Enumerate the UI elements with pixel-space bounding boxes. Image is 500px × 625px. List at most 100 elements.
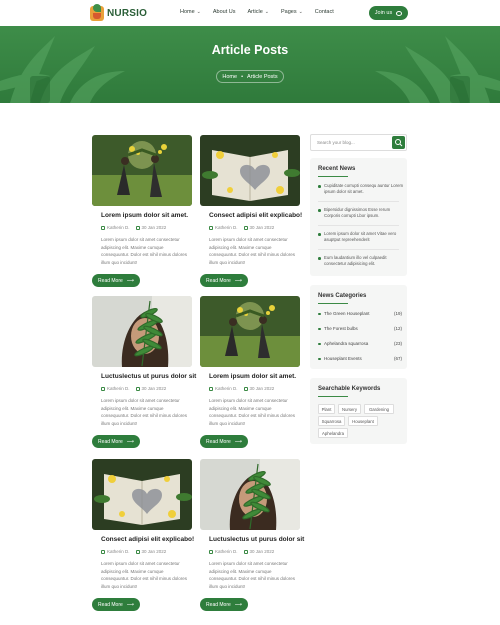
read-more-button[interactable]: Read More ⟶	[200, 598, 248, 611]
post-title[interactable]: Luctuslectus ut purus dolor sit	[101, 373, 196, 380]
nav-item-contact[interactable]: Contact	[315, 9, 334, 15]
post-date: 30 Jan 2022	[243, 225, 274, 230]
logo[interactable]: NURSIO	[90, 4, 148, 21]
read-more-label: Read More	[206, 277, 231, 284]
nav-item-home[interactable]: Home ⌄	[180, 9, 201, 15]
post-image[interactable]	[92, 135, 192, 206]
read-more-label: Read More	[206, 438, 231, 445]
post-meta: Katherin D. 30 Jan 2022	[209, 225, 274, 230]
read-more-button[interactable]: Read More ⟶	[200, 435, 248, 448]
keyword-tag[interactable]: Gardening	[364, 404, 394, 414]
join-us-button[interactable]: Join us	[369, 6, 408, 20]
logo-text: NURSIO	[107, 8, 148, 19]
post-meta: Katherin D. 30 Jan 2022	[101, 386, 166, 391]
search-button[interactable]	[392, 136, 405, 149]
chevron-down-icon: ⌄	[196, 9, 201, 15]
keyword-tag[interactable]: Houseplant	[348, 416, 378, 426]
user-icon	[209, 549, 213, 554]
keyword-tag[interactable]: Plant	[318, 404, 335, 414]
keyword-tag[interactable]: Squarrosa	[318, 416, 345, 426]
nav-label: Article	[247, 9, 263, 15]
post-date: 30 Jan 2022	[243, 386, 274, 391]
nav-label: Pages	[280, 9, 297, 15]
post-title[interactable]: Consect adipisi elit explicabo!	[209, 212, 302, 219]
calendar-icon	[243, 386, 248, 391]
category-item[interactable]: The Green Houseplant (19)	[318, 311, 402, 316]
arrow-right-icon: ⟶	[234, 277, 242, 284]
divider	[318, 249, 399, 250]
read-more-button[interactable]: Read More ⟶	[200, 274, 248, 287]
recent-news-item[interactable]: Cupiditate corrupti consequ auntur Lorem…	[318, 183, 404, 195]
post-title[interactable]: Consect adipisi elit explicabo!	[101, 536, 194, 543]
site-header: NURSIO Home ⌄ About Us Article ⌄ Pages ⌄ Co…	[0, 0, 500, 26]
read-more-button[interactable]: Read More ⟶	[92, 274, 140, 287]
keyword-tag[interactable]: Aphelandra	[318, 428, 348, 438]
recent-news-title: Recent News	[318, 166, 356, 172]
nav-item-about[interactable]: About Us	[213, 9, 236, 15]
category-name: The Green Houseplant	[324, 311, 370, 316]
join-label: Join us	[374, 10, 393, 16]
recent-news-widget: Recent News Cupiditate corrupti consequ …	[310, 158, 407, 276]
nav-label: About Us	[212, 9, 236, 15]
search-icon	[395, 139, 403, 147]
keyword-tag[interactable]: Nursery	[338, 404, 361, 414]
post-card: Luctuslectus ut purus dolor sit Katherin …	[200, 459, 304, 614]
post-image[interactable]	[92, 296, 192, 367]
read-more-label: Read More	[98, 438, 123, 445]
post-date: 30 Jan 2022	[243, 549, 274, 554]
post-title[interactable]: Lorem ipsum dolor sit amet.	[209, 373, 296, 380]
title-underline	[318, 396, 348, 397]
category-name: Houseplant Events	[324, 356, 362, 361]
post-card: Consect adipisi elit explicabo! Katherin …	[200, 135, 302, 290]
category-item[interactable]: The Forest bulbs (12)	[318, 326, 402, 331]
title-underline	[318, 303, 348, 304]
category-item[interactable]: Aphelandra squarrosa (23)	[318, 341, 402, 346]
post-date: 30 Jan 2022	[135, 386, 166, 391]
read-more-button[interactable]: Read More ⟶	[92, 598, 140, 611]
post-title[interactable]: Lorem ipsum dolor sit amet.	[101, 212, 188, 219]
user-icon	[209, 386, 213, 391]
arrow-right-icon: ⟶	[126, 438, 134, 445]
recent-news-item[interactable]: Bipersidur dignissimos Esse rerum Corpor…	[318, 207, 404, 219]
recent-news-item[interactable]: Eum laudantium illo vel culpaedit consec…	[318, 255, 404, 267]
post-author: Katherin D.	[209, 225, 238, 230]
category-count: (23)	[393, 341, 402, 346]
category-name: Aphelandra squarrosa	[324, 341, 369, 346]
category-count: (19)	[393, 311, 402, 316]
post-date: 30 Jan 2022	[135, 225, 166, 230]
post-image[interactable]	[200, 459, 300, 530]
search-input[interactable]: Search your blog...	[317, 140, 355, 145]
read-more-label: Read More	[206, 601, 231, 608]
divider	[318, 225, 399, 226]
post-image[interactable]	[92, 459, 192, 530]
chat-bubble-icon	[396, 10, 403, 16]
breadcrumb-home[interactable]: Home	[222, 74, 237, 80]
post-excerpt: Lorem ipsum dolor sit amet consectetur a…	[209, 237, 296, 265]
calendar-icon	[243, 225, 248, 230]
calendar-icon	[135, 386, 140, 391]
nav-item-pages[interactable]: Pages ⌄	[281, 9, 303, 15]
read-more-button[interactable]: Read More ⟶	[92, 435, 140, 448]
search-box: Search your blog...	[310, 134, 407, 151]
keywords-title: Searchable Keywords	[318, 386, 381, 392]
category-count: (67)	[393, 356, 402, 361]
page-banner: Article Posts Home • Article Posts	[0, 26, 500, 103]
post-image[interactable]	[200, 296, 300, 367]
breadcrumb-current: Article Posts	[247, 73, 278, 80]
calendar-icon	[243, 549, 248, 554]
post-card: Luctuslectus ut purus dolor sit Katherin …	[92, 296, 196, 451]
keywords-widget: Searchable Keywords Plant Nursery Garden…	[310, 378, 407, 444]
breadcrumb-separator-icon: •	[241, 73, 244, 80]
post-author: Katherin D.	[101, 549, 130, 554]
category-name: The Forest bulbs	[324, 326, 358, 331]
news-categories-widget: News Categories The Green Houseplant (19)…	[310, 285, 407, 369]
post-image[interactable]	[200, 135, 300, 206]
post-title[interactable]: Luctuslectus ut purus dolor sit	[209, 536, 304, 543]
arrow-right-icon: ⟶	[126, 277, 134, 284]
category-item[interactable]: Houseplant Events (67)	[318, 356, 402, 361]
recent-news-item[interactable]: Lorem ipsum dolor sit amet Vitae vero as…	[318, 231, 404, 243]
breadcrumb: Home • Article Posts	[216, 70, 284, 83]
nav-item-article[interactable]: Article ⌄	[248, 9, 269, 15]
chevron-down-icon: ⌄	[264, 9, 269, 15]
main-nav: Home ⌄ About Us Article ⌄ Pages ⌄ Contact	[180, 9, 346, 15]
